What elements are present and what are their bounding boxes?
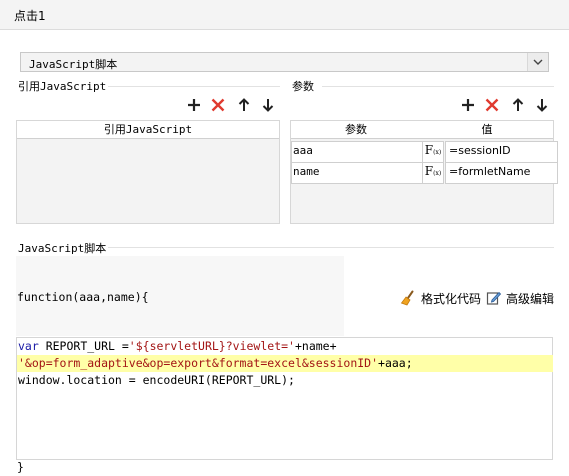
params-section-title: 参数 [292,80,314,93]
move-down-icon [262,99,274,112]
advanced-edit-button[interactable]: 高级编辑 [486,289,554,307]
param-name-column-label: 参数 [345,123,367,136]
script-type-select[interactable]: JavaScript脚本 [20,52,549,72]
ref-js-section-title: 引用JavaScript [18,80,107,93]
code-keyword: var [18,339,39,353]
code-string: '&op=form_adaptive&op=export&format=exce… [18,356,379,370]
move-up-icon [238,98,250,111]
delete-icon [211,98,225,112]
ref-move-up-button[interactable] [235,96,253,114]
code-line-1: var REPORT_URL ='${servletURL}?viewlet='… [17,338,553,355]
chevron-down-icon[interactable] [527,53,548,71]
code-text: REPORT_URL = [38,339,129,353]
param-add-button[interactable] [459,96,477,114]
code-line-3: window.location = encodeURI(REPORT_URL); [17,372,553,389]
broom-icon [400,290,414,306]
param-move-down-button[interactable] [533,96,551,114]
ref-js-column-header-label: 引用JavaScript [103,123,193,136]
script-type-value: JavaScript脚本 [29,58,118,71]
ref-js-column-header: 引用JavaScript [17,121,279,139]
ref-js-table[interactable]: 引用JavaScript [16,120,280,224]
fx-formula-icon[interactable]: F(x) [422,141,444,163]
format-code-button[interactable]: 格式化代码 [400,289,481,307]
param-name-cell[interactable]: aaa [291,141,426,163]
param-value-column-header: 值 [421,121,553,139]
add-icon [188,99,200,111]
move-up-icon [512,98,524,111]
title-bar: 点击1 [0,0,569,30]
param-move-up-button[interactable] [509,96,527,114]
add-icon [462,99,474,111]
code-text: +aaa; [378,356,413,370]
fx-formula-icon[interactable]: F(x) [422,162,444,184]
code-line-2: '&op=form_adaptive&op=export&format=exce… [17,355,553,372]
param-delete-button[interactable] [483,96,501,114]
param-value-cell[interactable]: =formletName [445,162,558,184]
code-editor[interactable]: var REPORT_URL ='${servletURL}?viewlet='… [16,337,553,460]
code-text: window.location = encodeURI(REPORT_URL); [18,373,295,387]
script-section-title: JavaScript脚本 [18,242,107,255]
param-value-cell[interactable]: =sessionID [445,141,558,163]
ref-js-divider [108,86,280,87]
ref-delete-button[interactable] [209,96,227,114]
param-name-column-header: 参数 [291,121,422,139]
ref-add-button[interactable] [185,96,203,114]
delete-icon [485,98,499,112]
code-string: '${servletURL}?viewlet=' [128,339,295,353]
move-down-icon [536,99,548,112]
param-value-column-label: 值 [481,123,493,136]
advanced-edit-label: 高级编辑 [506,291,555,306]
params-table[interactable]: 参数 值 aaa F(x) =sessionID name F(x) =form… [290,120,558,224]
ref-move-down-button[interactable] [259,96,277,114]
script-divider [108,247,554,248]
edit-icon [486,291,502,305]
param-name-cell[interactable]: name [291,162,426,184]
params-divider [322,86,554,87]
function-header: function(aaa,name){ [17,290,149,304]
window-title: 点击1 [14,9,46,23]
format-code-label: 格式化代码 [421,291,482,306]
code-text: +name+ [294,339,337,353]
closing-brace: } [17,460,24,474]
